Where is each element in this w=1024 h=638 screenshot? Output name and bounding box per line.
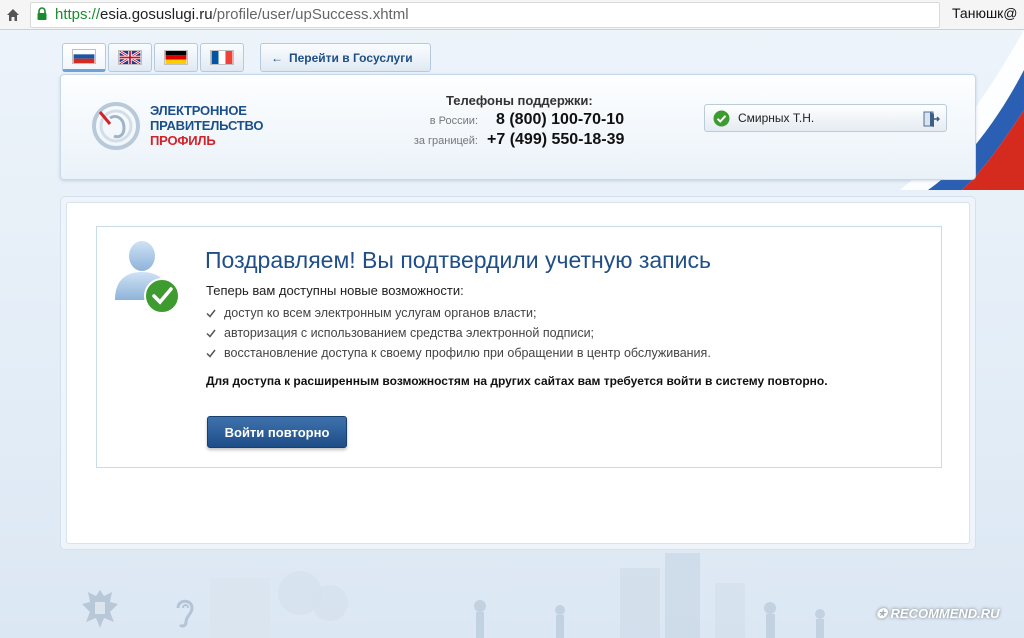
list-item: восстановление доступа к своему профилю … xyxy=(206,344,711,364)
url-text[interactable]: https://esia.gosuslugi.ru/profile/user/u… xyxy=(55,6,409,23)
checkmark-icon xyxy=(206,329,216,338)
list-item: авторизация с использованием средства эл… xyxy=(206,324,711,344)
user-verified-icon xyxy=(115,241,180,314)
relogin-note: Для доступа к расширенным возможностям н… xyxy=(206,374,828,388)
home-icon[interactable] xyxy=(6,8,20,22)
goto-gosuslugi-label: Перейти в Госуслуги xyxy=(289,50,413,65)
hearing-accessibility-icon xyxy=(176,599,194,628)
lang-button-ru[interactable] xyxy=(62,43,106,72)
lang-button-fr[interactable] xyxy=(200,43,244,72)
coat-of-arms-icon xyxy=(82,590,118,628)
success-lead-text: Теперь вам доступны новые возможности: xyxy=(206,283,464,298)
browser-toolbar: https://esia.gosuslugi.ru/profile/user/u… xyxy=(0,0,1024,30)
url-scheme: https:// xyxy=(55,6,101,23)
feature-text: авторизация с использованием средства эл… xyxy=(224,326,595,340)
e-government-logo-icon[interactable] xyxy=(90,98,142,154)
verified-check-icon xyxy=(713,110,730,126)
flag-france-icon xyxy=(210,50,234,65)
feature-text: восстановление доступа к своему профилю … xyxy=(224,346,711,360)
support-phones-title: Телефоны поддержки: xyxy=(446,93,593,108)
url-path: /profile/user/upSuccess.xhtml xyxy=(212,6,409,23)
url-host: esia.gosuslugi.ru xyxy=(100,6,213,23)
relogin-button[interactable]: Войти повторно xyxy=(207,416,347,448)
phone-russia-label: в России: xyxy=(429,115,478,127)
flag-russia-icon xyxy=(72,49,96,64)
feature-text: доступ ко всем электронным услугам орган… xyxy=(224,306,537,320)
checkmark-icon xyxy=(206,309,216,318)
logout-icon[interactable] xyxy=(922,110,940,128)
logo-line-3: ПРОФИЛЬ xyxy=(150,133,216,148)
phone-abroad-label: за границей: xyxy=(413,135,478,147)
lang-button-en[interactable] xyxy=(108,43,152,72)
logo-line-2: ПРАВИТЕЛЬСТВО xyxy=(150,118,264,133)
flag-uk-icon xyxy=(118,50,142,65)
lock-icon xyxy=(37,7,47,20)
lang-button-de[interactable] xyxy=(154,43,198,72)
browser-user-label[interactable]: Танюшк@ xyxy=(952,5,1018,21)
watermark-text: ✪ RECOMMEND.RU xyxy=(876,606,1000,621)
flag-germany-icon xyxy=(164,50,188,65)
checkmark-icon xyxy=(206,349,216,358)
city-background-illustration xyxy=(210,553,825,638)
phone-abroad-number: +7 (499) 550-18-39 xyxy=(487,131,625,148)
feature-list: доступ ко всем электронным услугам орган… xyxy=(206,304,711,364)
phone-russia-number: 8 (800) 100-70-10 xyxy=(496,111,625,128)
user-account-pill[interactable]: Смирных Т.Н. xyxy=(704,104,947,132)
arrow-left-icon: ← xyxy=(271,50,283,65)
user-name: Смирных Т.Н. xyxy=(738,111,815,125)
goto-gosuslugi-button[interactable]: ← Перейти в Госуслуги xyxy=(260,43,431,72)
logo-line-1: ЭЛЕКТРОННОЕ xyxy=(150,103,247,118)
list-item: доступ ко всем электронным услугам орган… xyxy=(206,304,711,324)
success-title: Поздравляем! Вы подтвердили учетную запи… xyxy=(205,247,711,273)
logo-text[interactable]: ЭЛЕКТРОННОЕ ПРАВИТЕЛЬСТВО ПРОФИЛЬ xyxy=(150,103,264,148)
